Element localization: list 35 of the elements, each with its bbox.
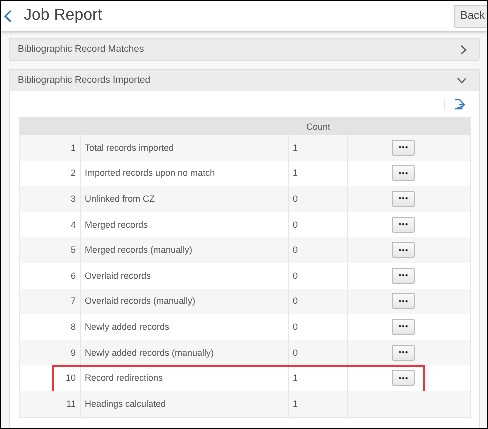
column-header: Count: [305, 120, 332, 134]
table-cell: Newly added records (manually): [81, 340, 289, 366]
table-cell: 1: [289, 390, 348, 417]
section-title: Bibliographic Record Matches: [18, 44, 144, 55]
more-icon: [398, 300, 408, 303]
more-icon: [398, 376, 408, 380]
table-cell: 0: [289, 340, 348, 366]
more-button[interactable]: [392, 268, 414, 284]
section-header[interactable]: Bibliographic Record Matches: [10, 39, 479, 60]
chevron-right-icon[interactable]: [461, 44, 467, 54]
more-button[interactable]: [392, 165, 414, 182]
more-icon: [398, 146, 408, 150]
section-header[interactable]: Bibliographic Records Imported: [10, 70, 479, 91]
page-title: Job Report: [24, 7, 102, 25]
back-button[interactable]: Back: [454, 4, 487, 28]
table-cell: Headings calculated: [81, 390, 289, 417]
more-button[interactable]: [392, 242, 414, 258]
more-icon: [398, 325, 408, 328]
more-button[interactable]: [392, 190, 414, 207]
more-button[interactable]: [392, 216, 414, 233]
more-button[interactable]: [392, 318, 414, 335]
section-title: Bibliographic Records Imported: [18, 75, 151, 86]
more-icon: [398, 274, 408, 278]
more-button[interactable]: [392, 293, 414, 310]
more-button[interactable]: [392, 344, 414, 361]
more-button[interactable]: [392, 370, 414, 386]
more-icon: [398, 172, 408, 175]
more-button[interactable]: [392, 140, 414, 156]
chevron-down-icon[interactable]: [457, 78, 467, 84]
more-icon: [398, 248, 408, 252]
export-icon[interactable]: [444, 98, 465, 110]
row-number: 11: [20, 390, 81, 417]
more-icon: [398, 197, 408, 200]
more-icon: [398, 351, 408, 354]
more-icon: [398, 223, 408, 226]
